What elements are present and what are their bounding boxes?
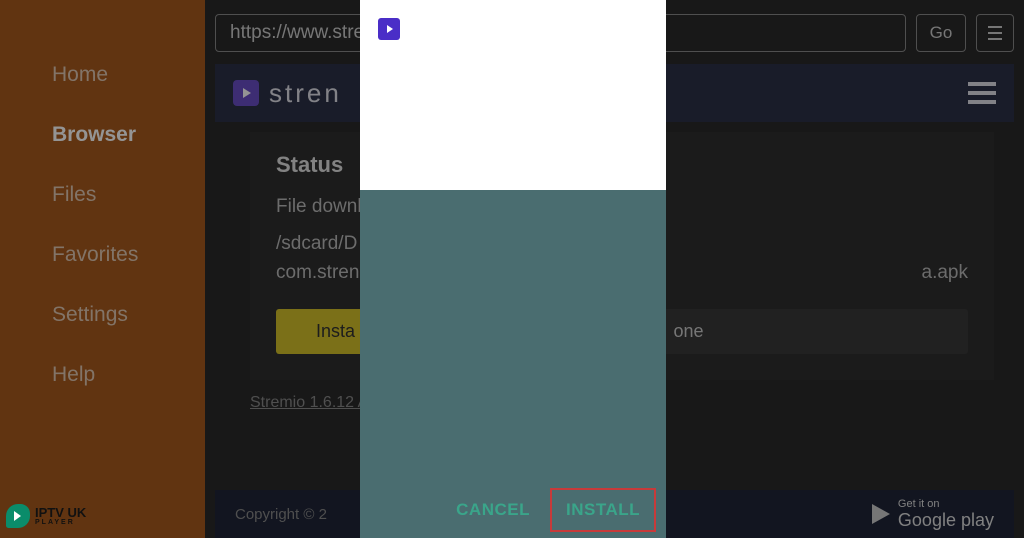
watermark: IPTV UK PLAYER (6, 504, 86, 528)
app-icon (378, 18, 400, 40)
install-button[interactable]: INSTALL (550, 488, 656, 532)
cancel-button[interactable]: CANCEL (442, 490, 544, 530)
dialog-body (360, 190, 666, 482)
dialog-footer: CANCEL INSTALL (360, 482, 666, 538)
install-dialog: CANCEL INSTALL (360, 0, 666, 538)
watermark-text: IPTV UK PLAYER (35, 506, 86, 526)
dialog-header (360, 0, 666, 190)
watermark-icon (6, 504, 30, 528)
